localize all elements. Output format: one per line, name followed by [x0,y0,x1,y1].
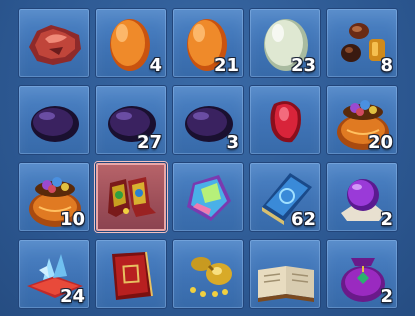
item-count: 2 [380,209,393,230]
inventory-slot[interactable]: 24 [18,239,90,309]
inventory-slot-selected[interactable] [95,162,167,232]
inventory-slot[interactable]: 21 [172,8,244,78]
inventory-slot[interactable]: 23 [249,8,321,78]
inventory-grid: 4 21 23 8 27 3 20 10 62 2 24 2 [0,0,415,316]
jeweled-boots-icon [108,177,156,217]
item-count: 10 [59,209,85,230]
item-count: 4 [149,55,162,76]
item-count: 23 [290,55,316,76]
inventory-slot[interactable]: 8 [326,8,398,78]
item-count: 21 [213,55,239,76]
gold-gourd-icon [190,257,232,297]
item-count: 2 [380,286,393,307]
red-tome-icon [112,251,153,300]
open-book-icon [258,266,314,302]
inventory-slot[interactable]: 62 [249,162,321,232]
inventory-slot[interactable] [95,239,167,309]
inventory-slot[interactable]: 2 [326,239,398,309]
inventory-slot[interactable] [172,162,244,232]
item-count: 62 [290,209,316,230]
inventory-slot[interactable] [249,239,321,309]
red-gem-icon [270,101,301,143]
rainbow-crystal-icon [187,175,231,221]
item-count: 8 [380,55,393,76]
black-pearl-icon [31,106,79,142]
inventory-slot[interactable]: 20 [326,85,398,155]
item-count: 3 [226,132,239,153]
inventory-slot[interactable]: 3 [172,85,244,155]
inventory-slot[interactable]: 10 [18,162,90,232]
inventory-slot[interactable] [18,8,90,78]
inventory-slot[interactable] [249,85,321,155]
inventory-slot[interactable]: 4 [95,8,167,78]
item-count: 27 [136,132,162,153]
inventory-slot[interactable] [18,85,90,155]
inventory-slot[interactable]: 27 [95,85,167,155]
inventory-slot[interactable] [172,239,244,309]
item-count: 20 [367,132,393,153]
red-ore-icon [29,25,81,65]
inventory-slot[interactable]: 2 [326,162,398,232]
item-count: 24 [59,286,85,307]
